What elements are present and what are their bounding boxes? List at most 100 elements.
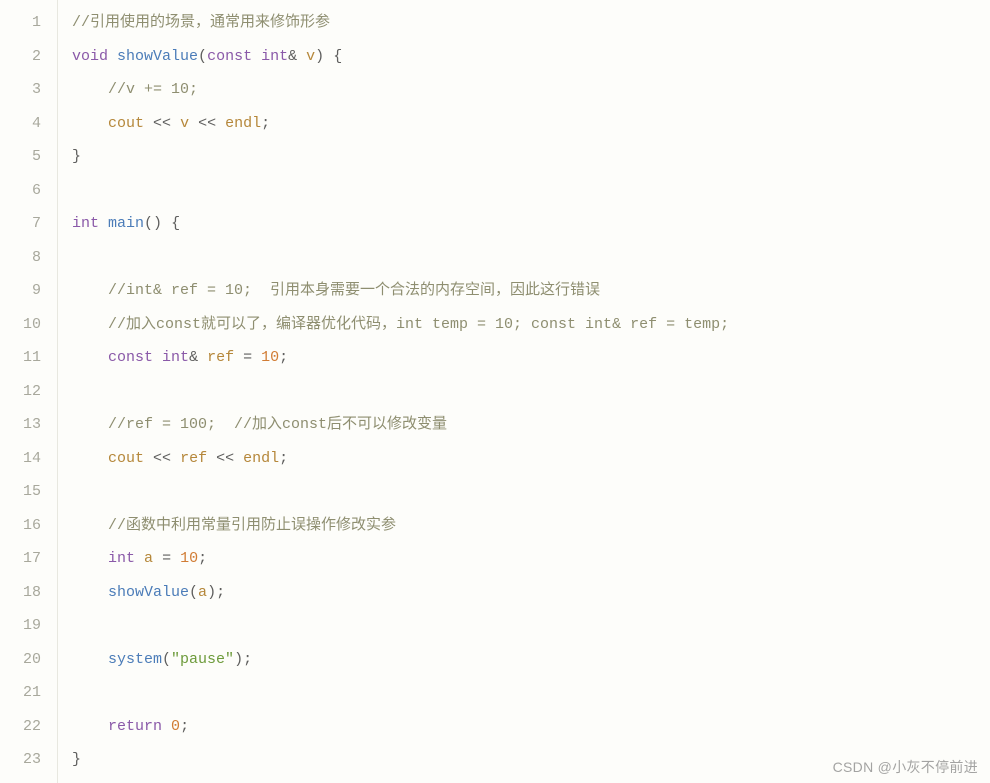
code-token <box>135 550 144 567</box>
code-line[interactable]: return 0; <box>72 710 990 744</box>
code-line[interactable]: int main() { <box>72 207 990 241</box>
code-line[interactable]: showValue(a); <box>72 576 990 610</box>
code-token <box>72 584 108 601</box>
code-token <box>234 450 243 467</box>
code-token <box>72 316 108 333</box>
code-line[interactable]: int a = 10; <box>72 542 990 576</box>
code-token <box>252 48 261 65</box>
code-token <box>171 115 180 132</box>
code-token: << <box>153 450 171 467</box>
code-line[interactable]: //int& ref = 10; 引用本身需要一个合法的内存空间，因此这行错误 <box>72 274 990 308</box>
line-number: 10 <box>0 308 57 342</box>
code-line[interactable]: //v += 10; <box>72 73 990 107</box>
code-token: const <box>108 349 153 366</box>
code-token <box>198 349 207 366</box>
code-token <box>72 115 108 132</box>
code-token: //加入const就可以了，编译器优化代码，int temp = 10; con… <box>108 316 729 333</box>
code-token: << <box>216 450 234 467</box>
code-line[interactable]: const int& ref = 10; <box>72 341 990 375</box>
code-token <box>72 282 108 299</box>
code-line[interactable]: //ref = 100; //加入const后不可以修改变量 <box>72 408 990 442</box>
code-token <box>252 349 261 366</box>
line-number: 22 <box>0 710 57 744</box>
code-token: //函数中利用常量引用防止误操作修改实参 <box>108 517 396 534</box>
line-number: 13 <box>0 408 57 442</box>
code-token: int <box>261 48 288 65</box>
code-token: = <box>243 349 252 366</box>
code-token: ) <box>315 48 324 65</box>
code-token: { <box>333 48 342 65</box>
code-line[interactable] <box>72 475 990 509</box>
code-token: //ref = 100; //加入const后不可以修改变量 <box>108 416 447 433</box>
code-token <box>108 48 117 65</box>
code-token <box>324 48 333 65</box>
code-token <box>99 215 108 232</box>
code-line[interactable] <box>72 241 990 275</box>
code-token <box>171 550 180 567</box>
line-number: 11 <box>0 341 57 375</box>
line-number: 6 <box>0 174 57 208</box>
code-token: 10 <box>180 550 198 567</box>
code-line[interactable] <box>72 609 990 643</box>
code-token: << <box>198 115 216 132</box>
code-token: //引用使用的场景，通常用来修饰形参 <box>72 14 330 31</box>
code-token: ref <box>180 450 207 467</box>
code-line[interactable] <box>72 174 990 208</box>
code-token <box>216 115 225 132</box>
code-line[interactable]: //函数中利用常量引用防止误操作修改实参 <box>72 509 990 543</box>
code-token: ; <box>180 718 189 735</box>
code-line[interactable] <box>72 375 990 409</box>
line-number: 2 <box>0 40 57 74</box>
code-token <box>207 450 216 467</box>
code-line[interactable]: //加入const就可以了，编译器优化代码，int temp = 10; con… <box>72 308 990 342</box>
code-token: return <box>108 718 162 735</box>
code-token: & <box>288 48 297 65</box>
code-line[interactable]: } <box>72 140 990 174</box>
code-line[interactable]: //引用使用的场景，通常用来修饰形参 <box>72 6 990 40</box>
code-token <box>153 550 162 567</box>
line-number: 5 <box>0 140 57 174</box>
code-token <box>162 718 171 735</box>
code-line[interactable]: cout << ref << endl; <box>72 442 990 476</box>
code-editor: 1234567891011121314151617181920212223 //… <box>0 0 990 783</box>
code-line[interactable]: system("pause"); <box>72 643 990 677</box>
code-token: int <box>108 550 135 567</box>
code-token: v <box>180 115 189 132</box>
line-number: 18 <box>0 576 57 610</box>
line-number: 14 <box>0 442 57 476</box>
code-token: ; <box>243 651 252 668</box>
watermark-text: CSDN @小灰不停前进 <box>833 757 978 777</box>
code-line[interactable] <box>72 676 990 710</box>
line-number: 1 <box>0 6 57 40</box>
code-line[interactable]: cout << v << endl; <box>72 107 990 141</box>
code-token <box>72 718 108 735</box>
code-token <box>72 550 108 567</box>
code-token: "pause" <box>171 651 234 668</box>
line-number: 7 <box>0 207 57 241</box>
line-number: 15 <box>0 475 57 509</box>
code-token: } <box>72 751 81 768</box>
code-content-area[interactable]: //引用使用的场景，通常用来修饰形参 void showValue(const i… <box>58 0 990 783</box>
line-number: 12 <box>0 375 57 409</box>
code-token: ; <box>279 349 288 366</box>
line-number: 8 <box>0 241 57 275</box>
code-token: a <box>198 584 207 601</box>
code-token: { <box>171 215 180 232</box>
code-token: cout <box>108 115 144 132</box>
code-token: cout <box>108 450 144 467</box>
code-token: 10 <box>261 349 279 366</box>
code-token: } <box>72 148 81 165</box>
code-token: //int& ref = 10; 引用本身需要一个合法的内存空间，因此这行错误 <box>108 282 600 299</box>
code-token: ( <box>162 651 171 668</box>
code-token: 0 <box>171 718 180 735</box>
code-line[interactable]: void showValue(const int& v) { <box>72 40 990 74</box>
code-token: v <box>306 48 315 65</box>
code-token: & <box>189 349 198 366</box>
code-token <box>72 416 108 433</box>
code-token <box>162 215 171 232</box>
code-token: showValue <box>108 584 189 601</box>
code-token <box>171 450 180 467</box>
code-token: endl <box>225 115 261 132</box>
code-token: const <box>207 48 252 65</box>
code-token <box>72 450 108 467</box>
